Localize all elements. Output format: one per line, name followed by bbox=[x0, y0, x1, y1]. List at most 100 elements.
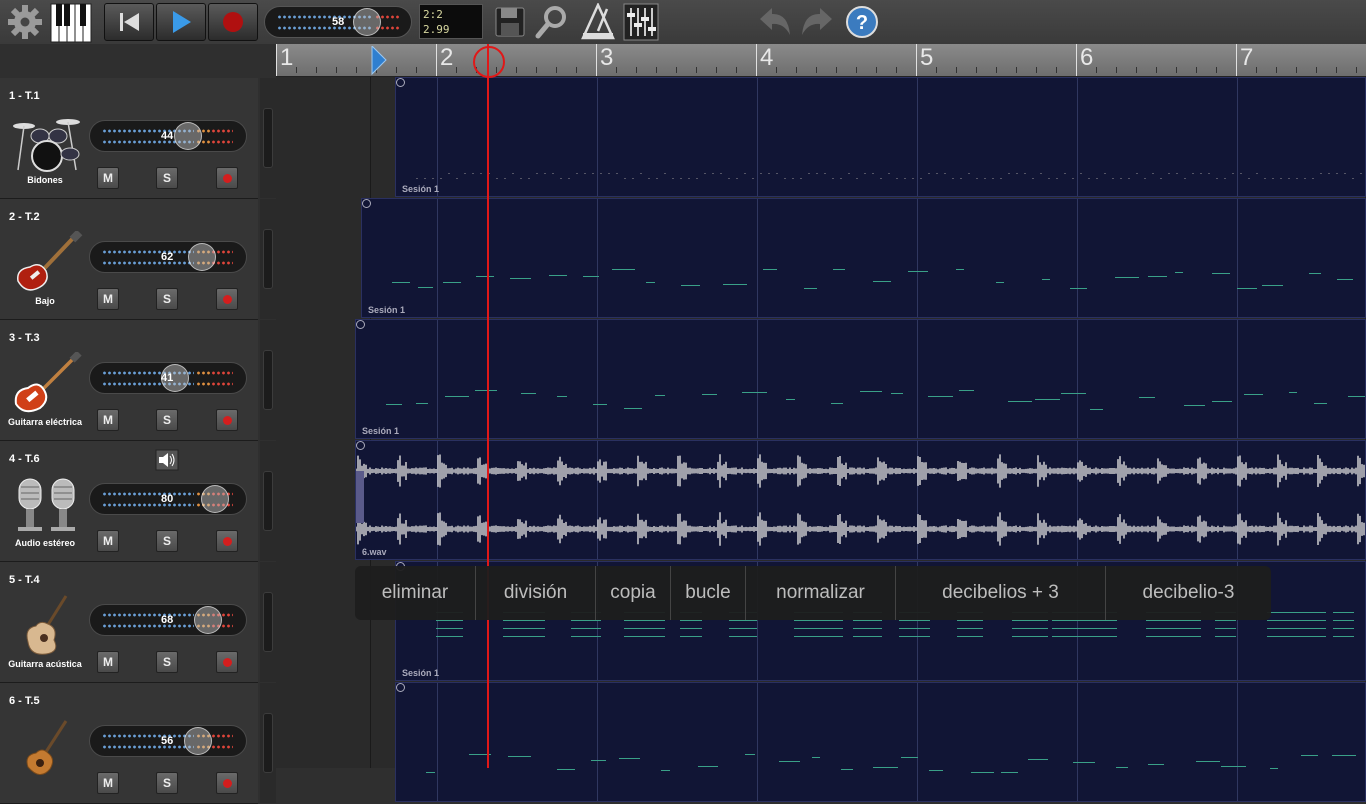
track-volume-slider[interactable]: 44 bbox=[89, 120, 247, 152]
context-menu-item[interactable]: división bbox=[475, 566, 595, 620]
skip-to-start-icon bbox=[120, 13, 139, 31]
solo-button[interactable]: S bbox=[156, 530, 178, 552]
track-lane[interactable]: Sesión 1 bbox=[276, 77, 1366, 197]
track-header[interactable]: 2 - T.2 Bajo 62 M S bbox=[0, 199, 258, 320]
speaker-icon[interactable] bbox=[155, 449, 179, 471]
metronome-button[interactable] bbox=[579, 1, 617, 41]
track-resize-handle[interactable] bbox=[260, 683, 276, 803]
gear-icon bbox=[8, 5, 42, 39]
mixer-button[interactable] bbox=[623, 3, 659, 41]
track-resize-handle[interactable] bbox=[260, 320, 276, 440]
track-header[interactable]: 4 - T.6 Audio estéreo 80 M S bbox=[0, 441, 258, 562]
context-menu-item[interactable]: copia bbox=[595, 566, 670, 620]
play-button[interactable] bbox=[156, 3, 206, 41]
ruler-tick bbox=[1136, 67, 1137, 73]
master-volume-slider[interactable]: 58 bbox=[264, 6, 412, 38]
track-resize-handle[interactable] bbox=[260, 441, 276, 561]
track-lane[interactable] bbox=[276, 682, 1366, 802]
track-volume-knob[interactable] bbox=[194, 606, 222, 634]
help-button[interactable]: ? bbox=[844, 3, 880, 41]
track-header[interactable]: 6 - T.5 56 M S bbox=[0, 683, 258, 804]
mute-button[interactable]: M bbox=[97, 409, 119, 431]
track-lane[interactable]: 6.wav bbox=[276, 440, 1366, 560]
record-arm-button[interactable] bbox=[216, 409, 238, 431]
midi-clip[interactable]: Sesión 1 bbox=[361, 198, 1366, 318]
ruler-tick bbox=[1256, 67, 1257, 73]
track-lane[interactable]: Sesión 1 bbox=[276, 198, 1366, 318]
clip-corner-handle[interactable] bbox=[362, 199, 371, 208]
mute-button[interactable]: M bbox=[97, 772, 119, 794]
clip-corner-handle[interactable] bbox=[396, 78, 405, 87]
track-volume-knob[interactable] bbox=[201, 485, 229, 513]
context-menu-item[interactable]: normalizar bbox=[745, 566, 895, 620]
arrange-area[interactable]: Sesión 1 Sesión 1 Sesión 1 6.wav Sesión 1 bbox=[276, 77, 1366, 802]
save-button[interactable] bbox=[493, 3, 527, 41]
ruler-tick bbox=[856, 67, 857, 73]
clip-title: Sesión 1 bbox=[362, 426, 400, 436]
playhead-handle[interactable] bbox=[473, 46, 505, 78]
undo-button[interactable] bbox=[754, 3, 794, 41]
track-volume-slider[interactable]: 56 bbox=[89, 725, 247, 757]
toolbar: 58 2:2 2.99 ? bbox=[0, 0, 1366, 45]
solo-button[interactable]: S bbox=[156, 409, 178, 431]
bar-grid-line bbox=[1077, 199, 1078, 317]
loop-start-marker[interactable] bbox=[370, 46, 388, 76]
track-header[interactable]: 3 - T.3 Guitarra eléctrica 41 M S bbox=[0, 320, 258, 441]
master-volume-knob[interactable] bbox=[353, 8, 381, 36]
track-volume-knob[interactable] bbox=[188, 243, 216, 271]
clip-corner-handle[interactable] bbox=[396, 683, 405, 692]
track-resize-handle[interactable] bbox=[260, 199, 276, 319]
bass-guitar-icon bbox=[10, 229, 84, 295]
track-volume-knob[interactable] bbox=[184, 727, 212, 755]
record-arm-button[interactable] bbox=[216, 288, 238, 310]
ruler-tick bbox=[396, 67, 397, 73]
record-arm-button[interactable] bbox=[216, 651, 238, 673]
track-volume-slider[interactable]: 68 bbox=[89, 604, 247, 636]
ruler-tick bbox=[1296, 67, 1297, 73]
ruler-tick bbox=[1096, 67, 1097, 73]
mute-button[interactable]: M bbox=[97, 167, 119, 189]
clip-title: Sesión 1 bbox=[368, 305, 406, 315]
context-menu-item[interactable]: bucle bbox=[670, 566, 745, 620]
context-menu-item[interactable]: decibelios + 3 bbox=[895, 566, 1105, 620]
context-menu-item[interactable]: decibelio-3 bbox=[1105, 566, 1271, 620]
settings-button[interactable] bbox=[6, 3, 44, 41]
track-volume-slider[interactable]: 80 bbox=[89, 483, 247, 515]
mute-button[interactable]: M bbox=[97, 288, 119, 310]
track-volume-knob[interactable] bbox=[174, 122, 202, 150]
zoom-button[interactable] bbox=[533, 3, 571, 41]
midi-clip[interactable]: Sesión 1 bbox=[355, 319, 1366, 439]
record-arm-button[interactable] bbox=[216, 772, 238, 794]
audio-clip[interactable]: 6.wav bbox=[355, 440, 1366, 560]
piano-button[interactable] bbox=[50, 3, 92, 43]
record-arm-button[interactable] bbox=[216, 530, 238, 552]
solo-button[interactable]: S bbox=[156, 167, 178, 189]
track-resize-handle[interactable] bbox=[260, 78, 276, 198]
ruler-tick bbox=[1356, 67, 1357, 73]
mute-button[interactable]: M bbox=[97, 530, 119, 552]
timeline-ruler[interactable]: 1 2 3 4 5 6 7 bbox=[276, 44, 1366, 77]
ruler-tick bbox=[1176, 67, 1177, 73]
redo-button[interactable] bbox=[798, 3, 838, 41]
drum-kit-icon bbox=[10, 110, 84, 174]
solo-button[interactable]: S bbox=[156, 772, 178, 794]
clip-corner-handle[interactable] bbox=[356, 320, 365, 329]
track-instrument-name: Audio estéreo bbox=[14, 538, 75, 548]
solo-button[interactable]: S bbox=[156, 288, 178, 310]
midi-clip[interactable] bbox=[395, 682, 1366, 802]
track-volume-slider[interactable]: 41 bbox=[89, 362, 247, 394]
clip-corner-handle[interactable] bbox=[356, 441, 365, 450]
context-menu-item[interactable]: eliminar bbox=[355, 566, 475, 620]
track-resize-handle[interactable] bbox=[260, 562, 276, 682]
clip-fade-handle[interactable] bbox=[356, 471, 364, 523]
track-header[interactable]: 5 - T.4 Guitarra acústica 68 M S bbox=[0, 562, 258, 683]
solo-button[interactable]: S bbox=[156, 651, 178, 673]
rewind-button[interactable] bbox=[104, 3, 154, 41]
track-header[interactable]: 1 - T.1 Bidones 44 M S bbox=[0, 78, 258, 199]
midi-clip[interactable]: Sesión 1 bbox=[395, 77, 1366, 197]
track-volume-slider[interactable]: 62 bbox=[89, 241, 247, 273]
mute-button[interactable]: M bbox=[97, 651, 119, 673]
track-lane[interactable]: Sesión 1 bbox=[276, 319, 1366, 439]
record-arm-button[interactable] bbox=[216, 167, 238, 189]
record-button[interactable] bbox=[208, 3, 258, 41]
